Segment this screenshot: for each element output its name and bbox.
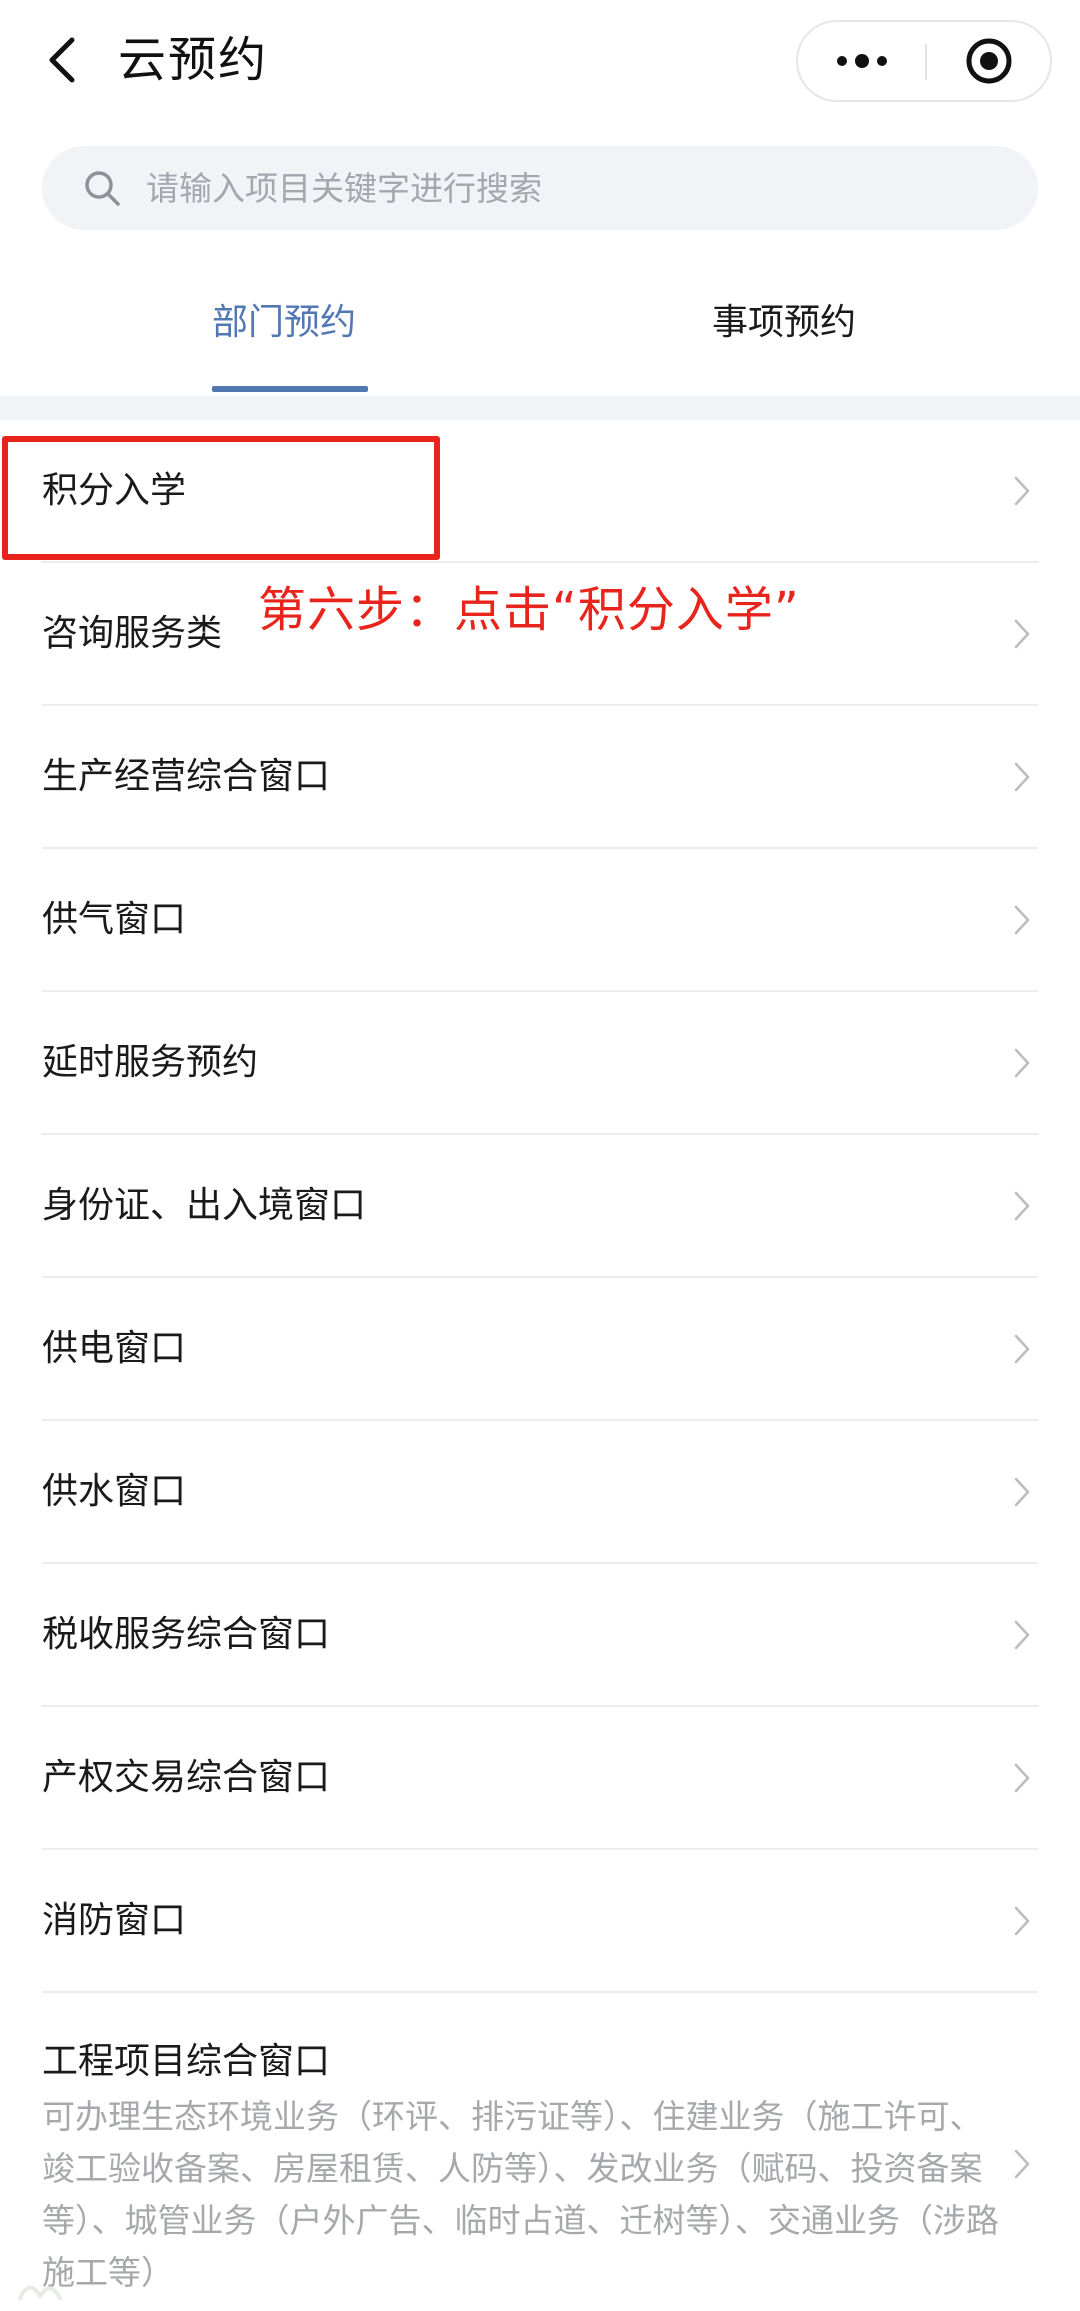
- search-input[interactable]: [144, 167, 968, 209]
- list-item-label: 工程项目综合窗口: [42, 2041, 331, 2082]
- section-divider: [0, 396, 1080, 420]
- chevron-right-icon: [1014, 1620, 1030, 1650]
- list-item-engineering-projects[interactable]: 工程项目综合窗口 可办理生态环境业务（环评、排污证等）、住建业务（施工许可、竣工…: [42, 1993, 1038, 2311]
- watermark-icon: [18, 2285, 62, 2300]
- list-item-label: 生产经营综合窗口: [42, 756, 331, 797]
- list-item-id-exit-entry[interactable]: 身份证、出入境窗口: [42, 1135, 1038, 1278]
- chevron-right-icon: [1014, 1763, 1030, 1793]
- close-button[interactable]: [927, 22, 1050, 100]
- list-item-tax-service[interactable]: 税收服务综合窗口: [42, 1564, 1038, 1707]
- chevron-right-icon: [1014, 905, 1030, 935]
- list-item-description: 可办理生态环境业务（环评、排污证等）、住建业务（施工许可、竣工验收备案、房屋租赁…: [42, 2097, 999, 2292]
- list-item-label: 产权交易综合窗口: [42, 1757, 331, 1798]
- list-item-label: 延时服务预约: [42, 1042, 259, 1083]
- annotation-highlight-box: [2, 436, 440, 560]
- list-item-water-supply[interactable]: 供水窗口: [42, 1421, 1038, 1564]
- list-item-fire-protection[interactable]: 消防窗口: [42, 1850, 1038, 1993]
- chevron-right-icon: [1014, 762, 1030, 792]
- list-item-label: 身份证、出入境窗口: [42, 1185, 367, 1226]
- chevron-right-icon: [1014, 619, 1030, 649]
- list-item-label: 供气窗口: [42, 899, 187, 940]
- chevron-right-icon: [1014, 1334, 1030, 1364]
- chevron-right-icon: [1014, 1191, 1030, 1221]
- tab-matter[interactable]: 事项预约: [712, 298, 856, 348]
- list-item-label: 供水窗口: [42, 1471, 187, 1512]
- target-circle-icon: [966, 38, 1011, 84]
- list-item-label: 供电窗口: [42, 1328, 187, 1369]
- list-item-property-trading[interactable]: 产权交易综合窗口: [42, 1707, 1038, 1850]
- tab-department[interactable]: 部门预约: [212, 298, 356, 348]
- chevron-right-icon: [1014, 2149, 1030, 2179]
- chevron-left-icon: [49, 37, 75, 83]
- list-item-production-business[interactable]: 生产经营综合窗口: [42, 706, 1038, 849]
- department-list: 积分入学 咨询服务类 生产经营综合窗口 供气窗口 延时服务预约 身份证、出入境窗…: [0, 420, 1080, 2311]
- active-tab-indicator: [212, 386, 368, 392]
- chevron-right-icon: [1014, 1906, 1030, 1936]
- chevron-right-icon: [1014, 1477, 1030, 1507]
- list-item-gas-supply[interactable]: 供气窗口: [42, 849, 1038, 992]
- list-item-label: 消防窗口: [42, 1900, 187, 1941]
- list-item-power-supply[interactable]: 供电窗口: [42, 1278, 1038, 1421]
- chevron-right-icon: [1014, 1048, 1030, 1078]
- nav-bar: 云预约: [0, 0, 1080, 124]
- search-icon: [85, 171, 120, 206]
- back-button[interactable]: [34, 30, 90, 90]
- page-title: 云预约: [118, 32, 269, 88]
- tab-bar: 部门预约 事项预约: [0, 280, 1080, 396]
- annotation-step-text: 第六步：点击“积分入学”: [258, 582, 800, 638]
- list-item-label: 咨询服务类: [42, 613, 223, 654]
- more-button[interactable]: [798, 22, 925, 100]
- search-bar[interactable]: [42, 146, 1038, 230]
- chevron-right-icon: [1014, 476, 1030, 506]
- more-dots-icon: [836, 54, 887, 68]
- mini-program-capsule: [796, 20, 1052, 102]
- list-item-extended-hours[interactable]: 延时服务预约: [42, 992, 1038, 1135]
- list-item-label: 税收服务综合窗口: [42, 1614, 331, 1655]
